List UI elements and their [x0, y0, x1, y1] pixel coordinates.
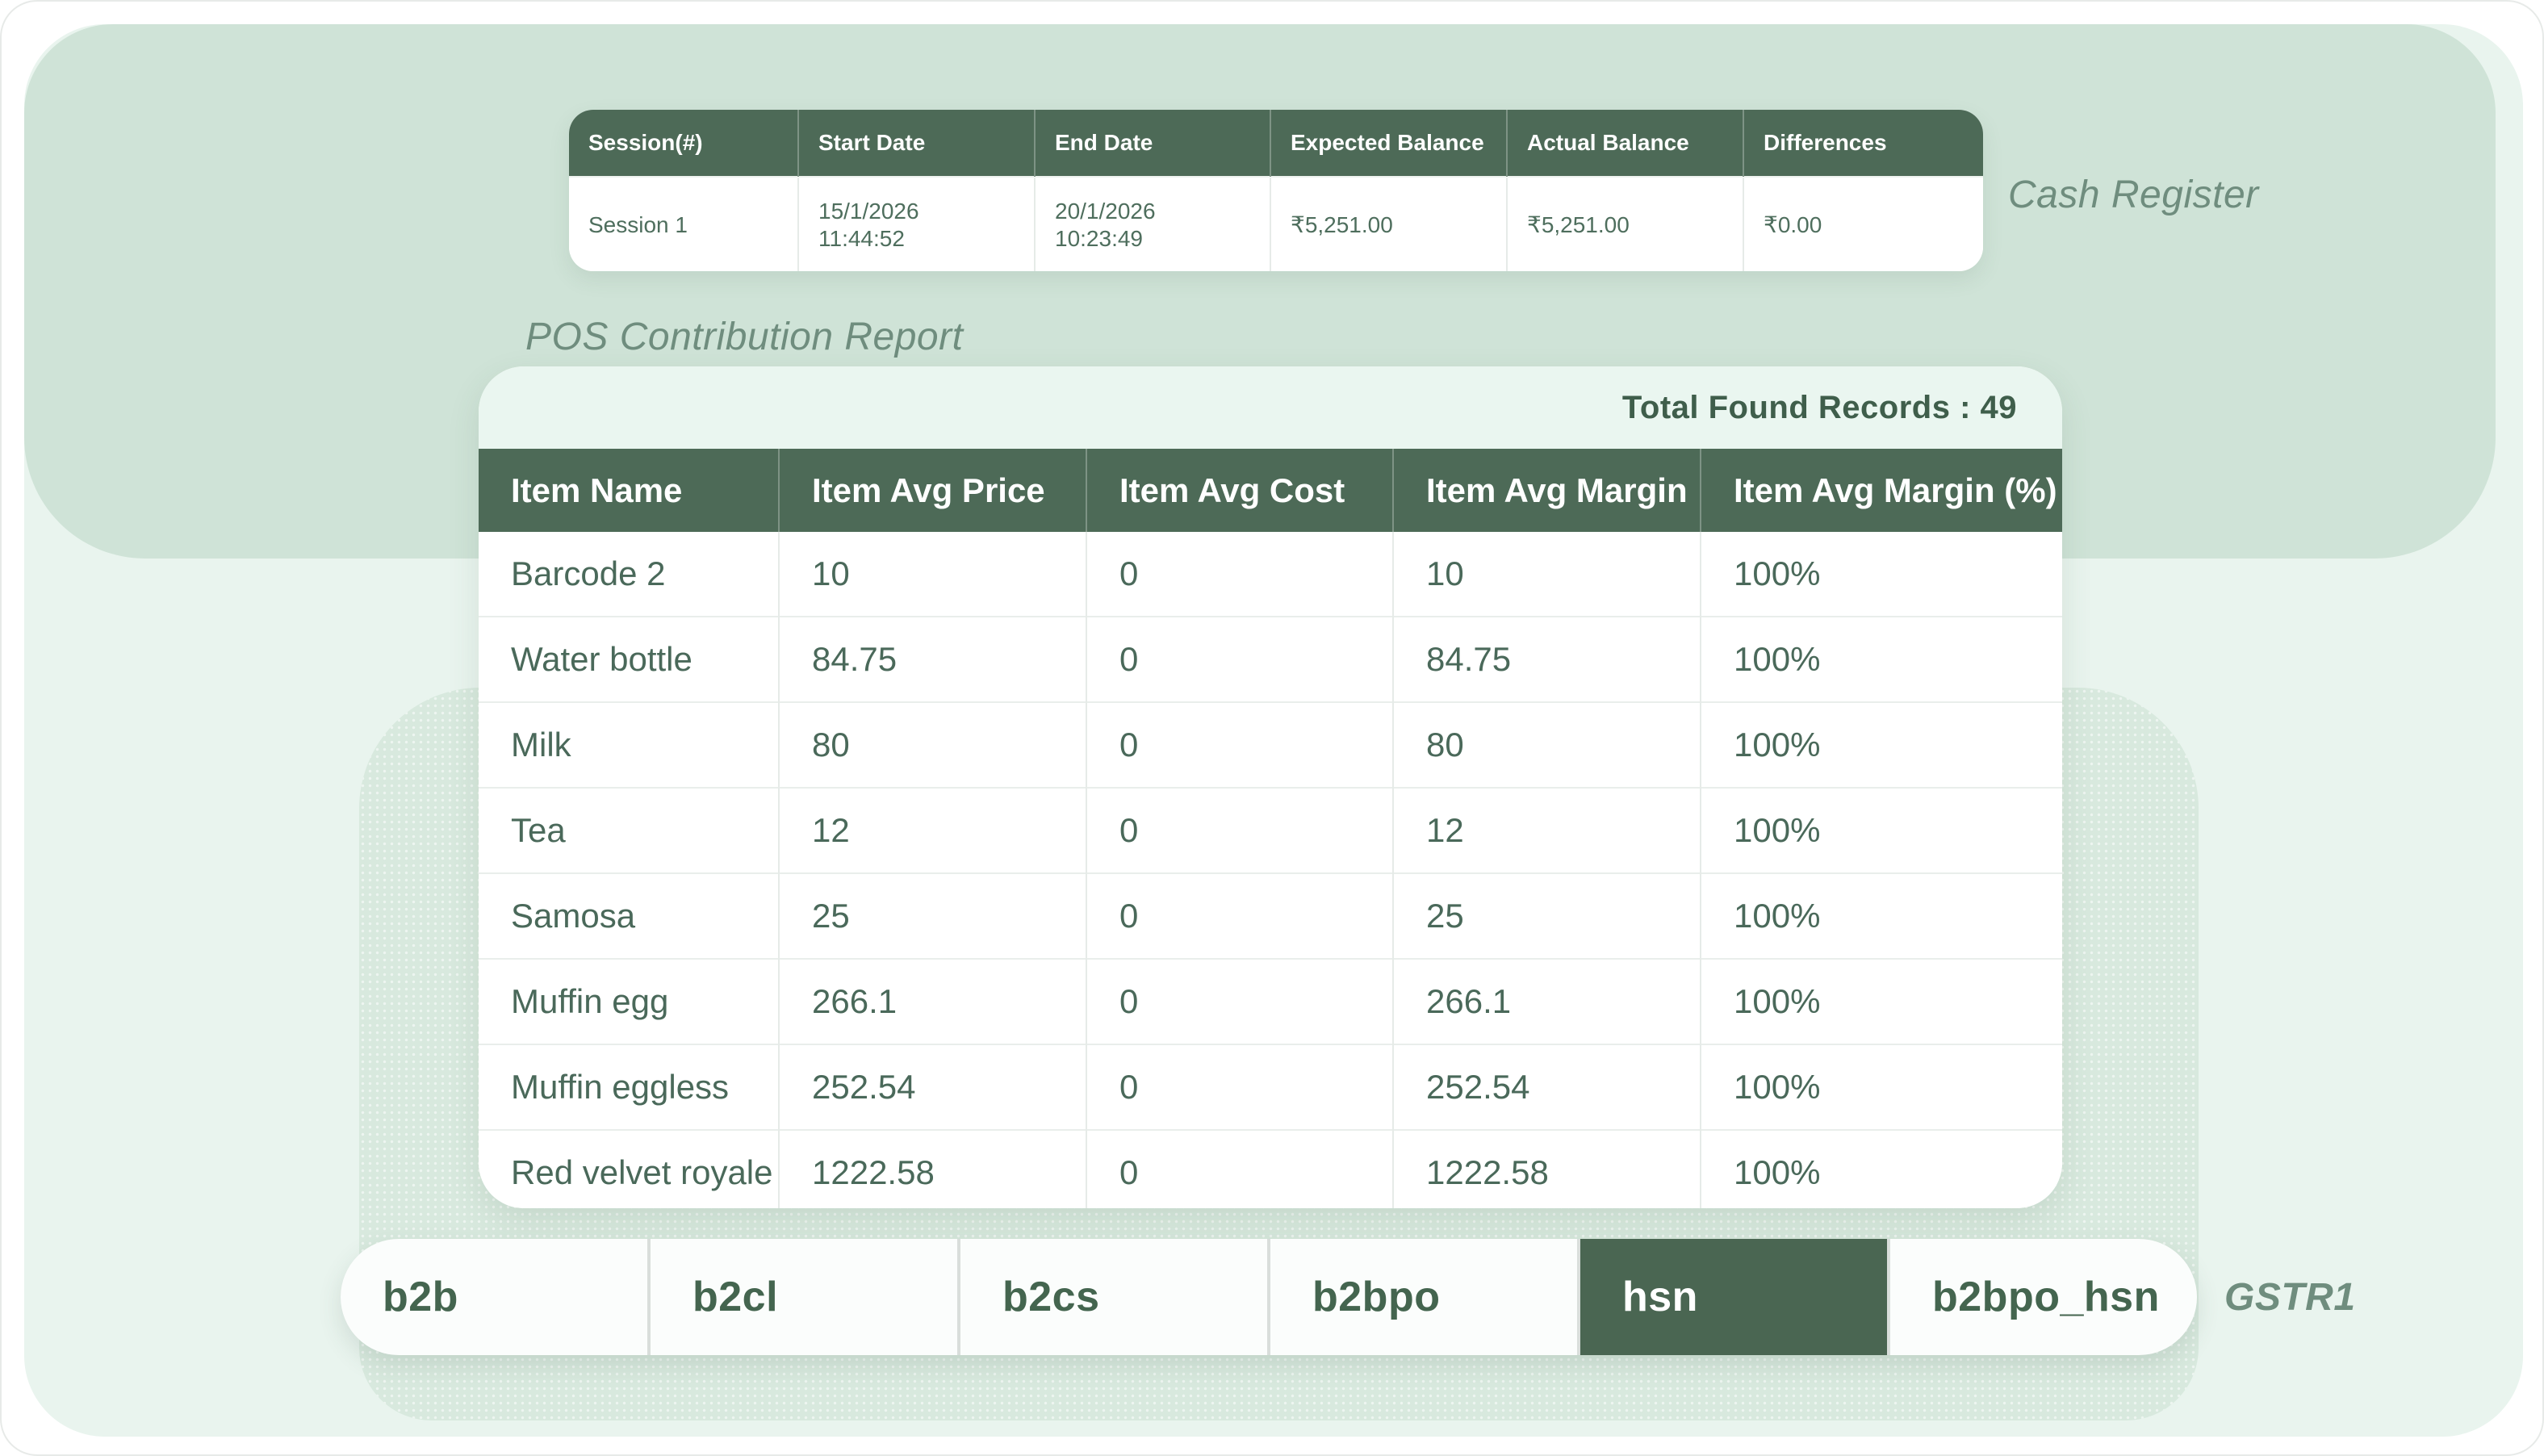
pos-table-cell: 0	[1086, 959, 1393, 1044]
pos-table-cell: 0	[1086, 1044, 1393, 1130]
pos-table-cell: Water bottle	[479, 617, 779, 702]
pos-table-cell: 0	[1086, 702, 1393, 788]
pos-table-row: Milk80080100%	[479, 702, 2062, 788]
pos-table-cell: 1222.58	[779, 1130, 1086, 1208]
cash-register-cell: 15/1/202611:44:52	[798, 177, 1035, 271]
pos-table-cell: 0	[1086, 1130, 1393, 1208]
tab-label: hsn	[1622, 1273, 1698, 1321]
pos-table-cell: 0	[1086, 788, 1393, 873]
pos-table-cell: 100%	[1701, 1044, 2062, 1130]
pos-table-cell: Barcode 2	[479, 532, 779, 617]
cash-register-column-header: End Date	[1035, 110, 1270, 177]
pos-table-cell: Red velvet royale	[479, 1130, 779, 1208]
pos-table-cell: Muffin egg	[479, 959, 779, 1044]
pos-table-cell: 100%	[1701, 873, 2062, 959]
pos-table-cell: Tea	[479, 788, 779, 873]
cash-register-cell: Session 1	[569, 177, 798, 271]
pos-table-cell: 12	[779, 788, 1086, 873]
pos-table-cell: 12	[1393, 788, 1701, 873]
pos-table-cell: 252.54	[779, 1044, 1086, 1130]
pos-table-cell: 80	[1393, 702, 1701, 788]
cash-register-header-row: Session(#)Start DateEnd DateExpected Bal…	[569, 110, 1983, 177]
pos-report-card: Total Found Records : 49 Item NameItem A…	[479, 366, 2062, 1208]
pos-column-header: Item Avg Margin	[1393, 449, 1701, 532]
pos-table-cell: 266.1	[1393, 959, 1701, 1044]
cash-register-column-header: Session(#)	[569, 110, 798, 177]
cash-register-row: Session 115/1/202611:44:5220/1/202610:23…	[569, 177, 1983, 271]
gstr1-tabbar: b2b b2cl b2cs b2bpo hsn b2bpo_hsn	[341, 1239, 2197, 1355]
pos-table-cell: 10	[779, 532, 1086, 617]
pos-table-row: Red velvet royale1222.5801222.58100%	[479, 1130, 2062, 1208]
pos-table: Item NameItem Avg PriceItem Avg CostItem…	[479, 449, 2062, 1208]
pos-table-cell: Milk	[479, 702, 779, 788]
cash-register-column-header: Expected Balance	[1270, 110, 1507, 177]
tab-label: b2cl	[692, 1273, 778, 1321]
pos-column-header: Item Name	[479, 449, 779, 532]
pos-card-header-strip: Total Found Records : 49	[479, 366, 2062, 449]
pos-table-cell: Samosa	[479, 873, 779, 959]
cash-register-cell: ₹0.00	[1743, 177, 1983, 271]
pos-table-cell: 0	[1086, 617, 1393, 702]
pos-table-row: Samosa25025100%	[479, 873, 2062, 959]
pos-table-row: Water bottle84.75084.75100%	[479, 617, 2062, 702]
pos-column-header: Item Avg Price	[779, 449, 1086, 532]
pos-column-header: Item Avg Margin (%)	[1701, 449, 2062, 532]
pos-table-cell: 84.75	[779, 617, 1086, 702]
total-found-records: Total Found Records : 49	[1622, 390, 2017, 426]
pos-table-cell: 252.54	[1393, 1044, 1701, 1130]
cash-register-cell: 20/1/202610:23:49	[1035, 177, 1270, 271]
gstr1-label: GSTR1	[2224, 1275, 2356, 1320]
pos-table-cell: 0	[1086, 532, 1393, 617]
pos-table-cell: 0	[1086, 873, 1393, 959]
tab-label: b2bpo	[1312, 1273, 1440, 1321]
cash-register-column-header: Start Date	[798, 110, 1035, 177]
page: Session(#)Start DateEnd DateExpected Bal…	[0, 0, 2544, 1456]
cash-register-column-header: Actual Balance	[1507, 110, 1743, 177]
pos-table-row: Muffin eggless252.540252.54100%	[479, 1044, 2062, 1130]
pos-table-cell: 266.1	[779, 959, 1086, 1044]
pos-table-cell: 25	[779, 873, 1086, 959]
pos-table-cell: 25	[1393, 873, 1701, 959]
cash-register-column-header: Differences	[1743, 110, 1983, 177]
tab-label: b2cs	[1002, 1273, 1100, 1321]
tab-b2bpo[interactable]: b2bpo	[1270, 1239, 1577, 1355]
pos-table-cell: 100%	[1701, 702, 2062, 788]
pos-table-cell: 100%	[1701, 1130, 2062, 1208]
cash-register-cell: ₹5,251.00	[1270, 177, 1507, 271]
pos-table-cell: 100%	[1701, 788, 2062, 873]
pos-table-cell: 10	[1393, 532, 1701, 617]
tab-b2bpo_hsn[interactable]: b2bpo_hsn	[1890, 1239, 2197, 1355]
cash-register-label: Cash Register	[2008, 173, 2259, 217]
pos-table-cell: Muffin eggless	[479, 1044, 779, 1130]
pos-table-cell: 80	[779, 702, 1086, 788]
tab-b2cl[interactable]: b2cl	[651, 1239, 957, 1355]
pos-report-label: POS Contribution Report	[525, 315, 963, 359]
pos-table-header-row: Item NameItem Avg PriceItem Avg CostItem…	[479, 449, 2062, 532]
pos-table-cell: 1222.58	[1393, 1130, 1701, 1208]
pos-table-cell: 84.75	[1393, 617, 1701, 702]
pos-table-cell: 100%	[1701, 617, 2062, 702]
pos-table-row: Tea12012100%	[479, 788, 2062, 873]
cash-register-card: Session(#)Start DateEnd DateExpected Bal…	[569, 110, 1983, 271]
cash-register-table: Session(#)Start DateEnd DateExpected Bal…	[569, 110, 1983, 271]
pos-table-row: Muffin egg266.10266.1100%	[479, 959, 2062, 1044]
tab-b2cs[interactable]: b2cs	[960, 1239, 1267, 1355]
pos-column-header: Item Avg Cost	[1086, 449, 1393, 532]
pos-table-row: Barcode 210010100%	[479, 532, 2062, 617]
tab-label: b2b	[383, 1273, 458, 1321]
cash-register-cell: ₹5,251.00	[1507, 177, 1743, 271]
pos-table-cell: 100%	[1701, 959, 2062, 1044]
tab-b2b[interactable]: b2b	[341, 1239, 647, 1355]
pos-table-cell: 100%	[1701, 532, 2062, 617]
tab-label: b2bpo_hsn	[1932, 1273, 2160, 1321]
tab-hsn[interactable]: hsn	[1580, 1239, 1887, 1355]
